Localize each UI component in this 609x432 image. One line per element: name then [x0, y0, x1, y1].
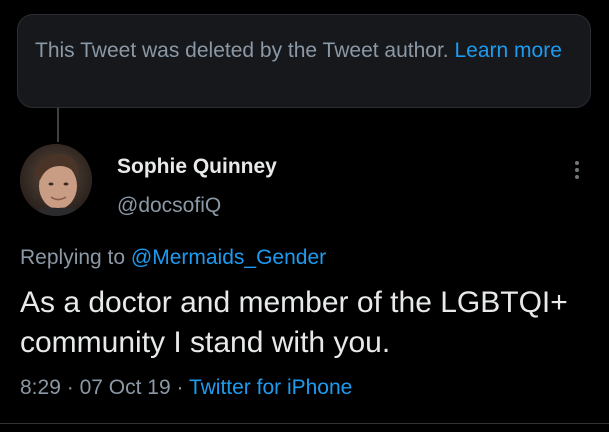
deleted-tweet-notice: This Tweet was deleted by the Tweet auth…: [17, 14, 591, 108]
meta-separator: ·: [176, 376, 184, 399]
more-vertical-icon[interactable]: [566, 154, 588, 184]
replying-to-mention[interactable]: @Mermaids_Gender: [131, 246, 326, 269]
tweet-time[interactable]: 8:29: [20, 376, 61, 399]
tweet-text: As a doctor and member of the LGBTQI+ co…: [20, 286, 568, 359]
deleted-notice-text: This Tweet was deleted by the Tweet auth…: [35, 39, 449, 62]
tweet-date[interactable]: 07 Oct 19: [80, 376, 171, 399]
avatar[interactable]: [20, 144, 92, 216]
divider: [0, 423, 609, 424]
replying-prefix: Replying to: [20, 246, 126, 269]
author-name[interactable]: Sophie Quinney: [117, 154, 277, 180]
avatar-photo: [20, 144, 92, 216]
tweet-meta: 8:29 · 07 Oct 19 · Twitter for iPhone: [20, 375, 352, 401]
learn-more-link[interactable]: Learn more: [455, 39, 562, 62]
tweet-source-link[interactable]: Twitter for iPhone: [189, 376, 352, 399]
meta-separator: ·: [66, 376, 74, 399]
thread-connector-line: [57, 108, 59, 142]
replying-to: Replying to @Mermaids_Gender: [20, 245, 326, 271]
author-handle[interactable]: @docsofiQ: [117, 193, 221, 219]
